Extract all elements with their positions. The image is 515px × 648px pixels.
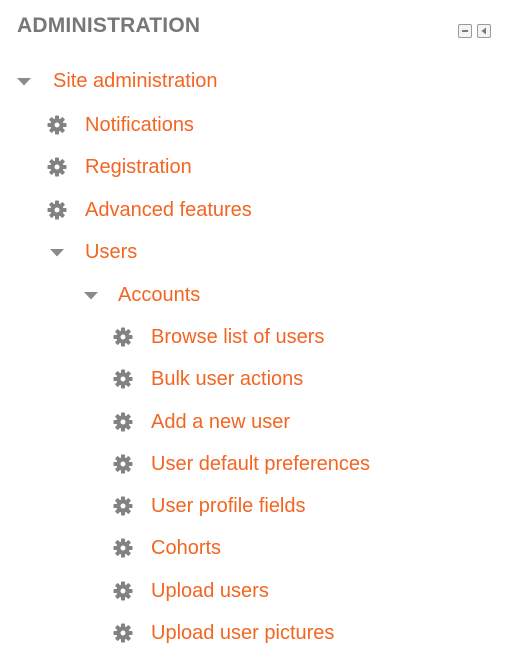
add-a-new-user-link[interactable]: Add a new user [151,407,290,437]
gear-icon [113,327,133,347]
upload-user-pictures-link[interactable]: Upload user pictures [151,618,334,648]
gear-icon [113,496,133,516]
gear-icon [113,369,133,389]
gear-icon [113,623,133,643]
caret-down-icon[interactable] [84,292,98,300]
registration-link[interactable]: Registration [85,152,192,182]
administration-block: ADMINISTRATION Site administration Notif… [0,0,515,645]
notifications-link[interactable]: Notifications [85,110,194,140]
block-title: ADMINISTRATION [17,14,201,37]
dock-block-button[interactable] [477,24,491,38]
gear-icon [47,200,67,220]
caret-down-icon[interactable] [17,78,31,86]
users-link[interactable]: Users [85,237,137,267]
browse-list-of-users-link[interactable]: Browse list of users [151,322,324,352]
gear-icon [113,581,133,601]
site-administration-link[interactable]: Site administration [53,66,218,96]
accounts-link[interactable]: Accounts [118,280,200,310]
gear-icon [113,412,133,432]
upload-users-link[interactable]: Upload users [151,576,269,606]
caret-down-icon[interactable] [50,249,64,257]
user-profile-fields-link[interactable]: User profile fields [151,491,306,521]
gear-icon [113,454,133,474]
bulk-user-actions-link[interactable]: Bulk user actions [151,364,303,394]
user-default-preferences-link[interactable]: User default preferences [151,449,370,479]
gear-icon [47,115,67,135]
cohorts-link[interactable]: Cohorts [151,533,221,563]
hide-block-button[interactable] [458,24,472,38]
advanced-features-link[interactable]: Advanced features [85,195,252,225]
dock-left-icon [481,27,486,35]
gear-icon [47,157,67,177]
gear-icon [113,538,133,558]
block-header: ADMINISTRATION [17,10,507,42]
